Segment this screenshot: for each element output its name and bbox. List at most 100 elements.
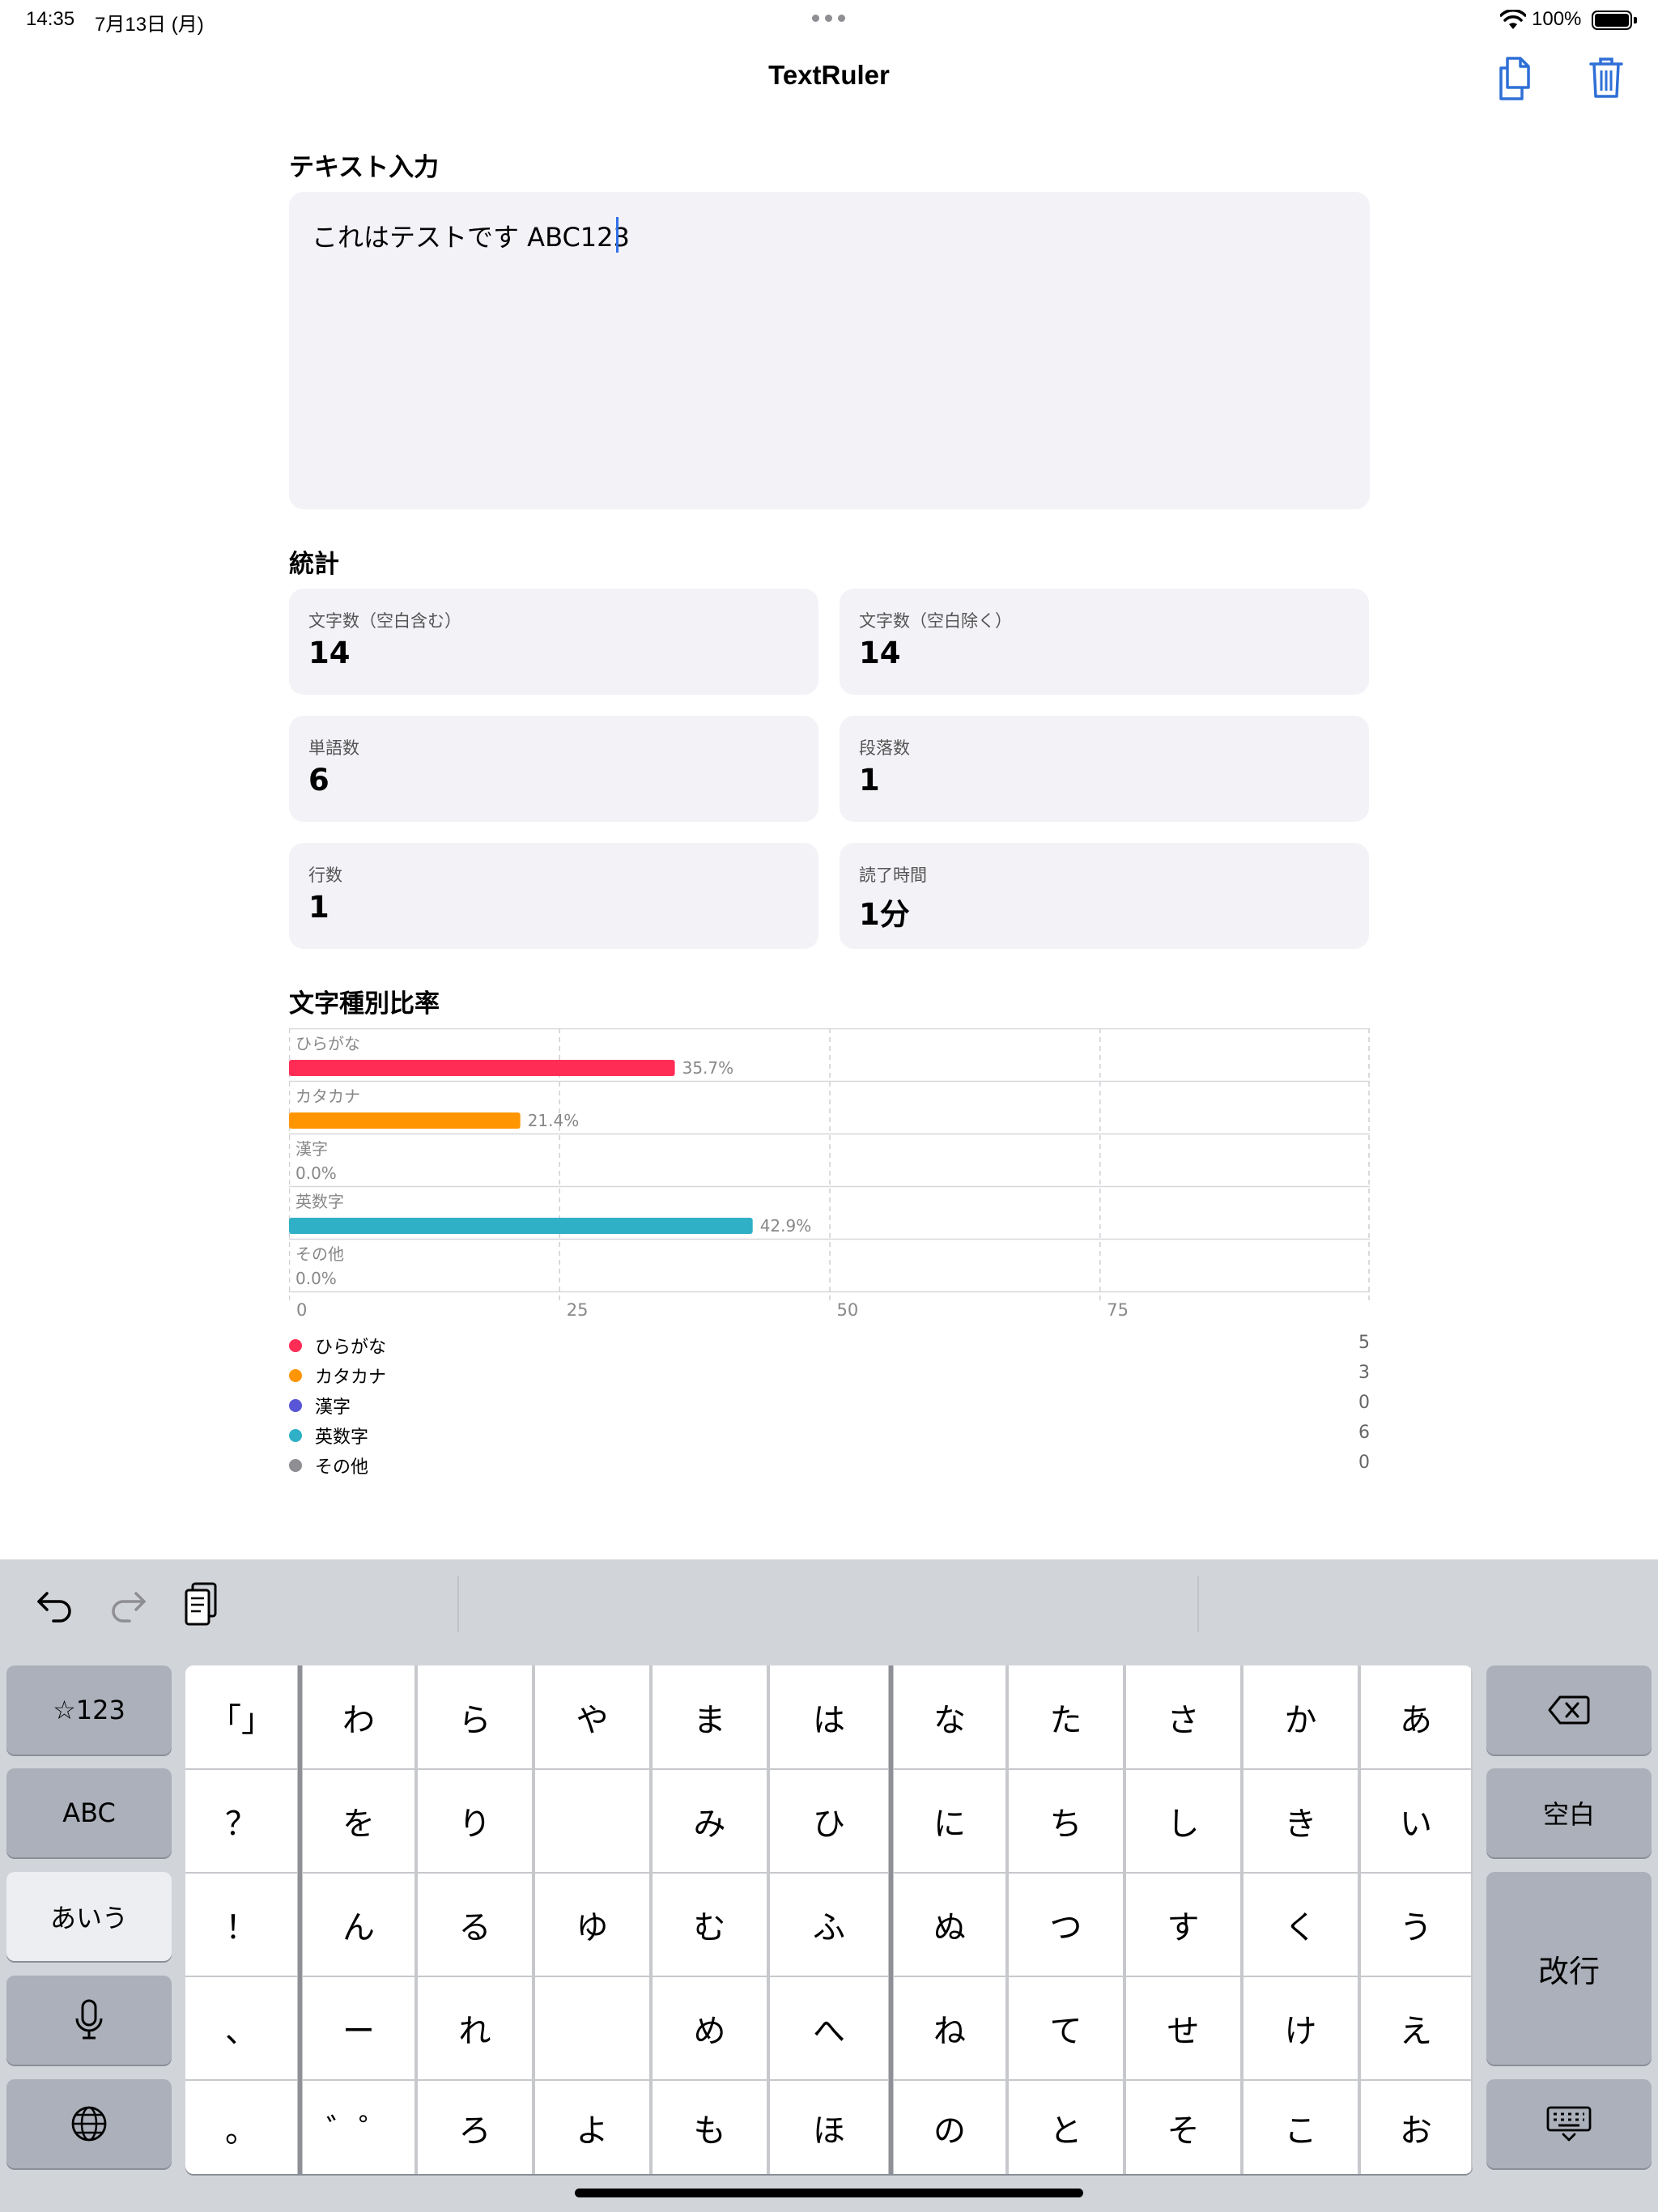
stat-card-paragraphs: 段落数 1 (840, 716, 1369, 822)
kana-key[interactable]: ね (894, 1977, 1005, 2079)
category-label: 英数字 (295, 1192, 344, 1211)
kana-key[interactable]: は (770, 1665, 888, 1768)
legend-count: 5 (1358, 1333, 1370, 1353)
kana-key[interactable]: み (653, 1770, 767, 1872)
symbols-numbers-key[interactable]: ☆123 (6, 1665, 172, 1755)
value-label: 21.4% (528, 1111, 580, 1130)
kana-key[interactable]: 、 (185, 1977, 297, 2079)
legend-item: カタカナ 3 (289, 1361, 1370, 1390)
kana-key[interactable]: に (894, 1770, 1005, 1872)
stat-value: 6 (308, 763, 329, 798)
empty-key (535, 1977, 649, 2079)
kana-key[interactable]: か (1244, 1665, 1358, 1768)
kana-key[interactable]: へ (770, 1977, 888, 2079)
value-label: 0.0% (295, 1163, 337, 1183)
kana-key[interactable]: ち (1009, 1770, 1123, 1872)
kana-key[interactable]: け (1244, 1977, 1358, 2079)
legend-count: 0 (1358, 1453, 1370, 1473)
trash-icon[interactable] (1588, 57, 1624, 99)
kana-key[interactable]: お (1361, 2081, 1471, 2174)
dictation-key[interactable] (6, 1976, 172, 2065)
x-tick-label: 75 (1107, 1300, 1129, 1320)
kana-key[interactable]: と (1009, 2081, 1123, 2174)
kana-key[interactable]: こ (1244, 2081, 1358, 2174)
kana-key[interactable]: せ (1126, 1977, 1240, 2079)
kana-key[interactable]: ぬ (894, 1874, 1005, 1976)
kana-key[interactable]: き (1244, 1770, 1358, 1872)
kana-key[interactable]: い (1361, 1770, 1471, 1872)
legend-color-dot (289, 1399, 302, 1412)
legend-color-dot (289, 1369, 302, 1382)
kana-key[interactable]: ろ (418, 2081, 532, 2174)
kana-key[interactable]: ー (303, 1977, 414, 2079)
return-key[interactable]: 改行 (1486, 1872, 1652, 2065)
kana-key[interactable]: う (1361, 1874, 1471, 1976)
kana-key[interactable]: つ (1009, 1874, 1123, 1976)
kana-key-grid: 「」わらやまはなたさかあ ？をり みひにちしきい ！んるゆむふぬつすくう、ーれ めへねて… (185, 1665, 1473, 2174)
kana-key[interactable]: も (653, 2081, 767, 2174)
stat-value: 1分 (859, 897, 910, 932)
keyboard-dismiss-icon (1546, 2106, 1592, 2142)
kana-key[interactable]: え (1361, 1977, 1471, 2079)
kana-key[interactable]: 「」 (185, 1665, 297, 1768)
kana-key[interactable]: ん (303, 1874, 414, 1976)
kana-key[interactable]: そ (1126, 2081, 1240, 2174)
kana-key[interactable]: ふ (770, 1874, 888, 1976)
dismiss-keyboard-key[interactable] (1486, 2079, 1652, 2168)
hiragana-key[interactable]: あいう (6, 1872, 172, 1961)
kana-key[interactable]: し (1126, 1770, 1240, 1872)
toolbar-separator (457, 1576, 459, 1632)
abc-key[interactable]: ABC (6, 1768, 172, 1857)
char-type-bar-chart: 0 25 50 75 ひらがな 35.7% カタカナ 21.4% 漢字 0.0% 英数字 42.9% そ… (289, 1028, 1370, 1320)
kana-key[interactable]: て (1009, 1977, 1123, 2079)
kana-key[interactable]: さ (1126, 1665, 1240, 1768)
input-section-title: テキスト入力 (289, 153, 440, 182)
value-label: 35.7% (682, 1058, 734, 1078)
kana-key[interactable]: む (653, 1874, 767, 1976)
kana-key[interactable]: の (894, 2081, 1005, 2174)
chart-section-title: 文字種別比率 (289, 989, 440, 1019)
kana-key[interactable]: ほ (770, 2081, 888, 2174)
kana-key[interactable]: る (418, 1874, 532, 1976)
redo-icon[interactable] (107, 1584, 149, 1626)
multitasking-dots-icon[interactable] (812, 15, 845, 22)
kana-key[interactable]: ！ (185, 1874, 297, 1976)
kana-key[interactable]: ひ (770, 1770, 888, 1872)
kana-key[interactable]: ？ (185, 1770, 297, 1872)
kana-key[interactable]: く (1244, 1874, 1358, 1976)
undo-icon[interactable] (34, 1584, 76, 1626)
kana-key[interactable]: り (418, 1770, 532, 1872)
kana-key[interactable]: ら (418, 1665, 532, 1768)
kana-key[interactable]: め (653, 1977, 767, 2079)
copy-icon[interactable] (1496, 55, 1535, 102)
kana-key[interactable]: た (1009, 1665, 1123, 1768)
legend-name: その他 (315, 1457, 369, 1478)
stats-section-title: 統計 (289, 550, 339, 579)
kana-key[interactable]: よ (535, 2081, 649, 2174)
text-input-value[interactable]: これはテストです ABC123 (312, 217, 630, 254)
delete-key[interactable] (1486, 1665, 1652, 1755)
key-group-divider (889, 1665, 893, 2174)
legend-color-dot (289, 1459, 302, 1472)
kana-key[interactable]: ま (653, 1665, 767, 1768)
kana-key[interactable]: ゛゜ (303, 2081, 414, 2174)
kana-key[interactable]: や (535, 1665, 649, 1768)
kana-key[interactable]: ゆ (535, 1874, 649, 1976)
kana-key[interactable]: な (894, 1665, 1005, 1768)
stat-label: 読了時間 (859, 866, 927, 885)
kana-key[interactable]: れ (418, 1977, 532, 2079)
legend-color-dot (289, 1429, 302, 1442)
kana-key[interactable]: を (303, 1770, 414, 1872)
stat-label: 文字数（空白含む） (308, 611, 461, 631)
legend-name: 漢字 (315, 1397, 351, 1418)
space-key[interactable]: 空白 (1486, 1768, 1652, 1857)
kana-key[interactable]: 。 (185, 2081, 297, 2174)
home-indicator[interactable] (575, 2189, 1083, 2197)
kana-key[interactable]: わ (303, 1665, 414, 1768)
kana-key[interactable]: あ (1361, 1665, 1471, 1768)
keyboard: ☆123 ABC あいう 「」わらやまはなたさかあ ？をり みひにちしきい ！んるゆむ… (0, 1559, 1658, 2212)
globe-key[interactable] (6, 2079, 172, 2168)
toolbar-separator (1197, 1576, 1199, 1632)
kana-key[interactable]: す (1126, 1874, 1240, 1976)
paste-icon[interactable] (181, 1580, 222, 1629)
